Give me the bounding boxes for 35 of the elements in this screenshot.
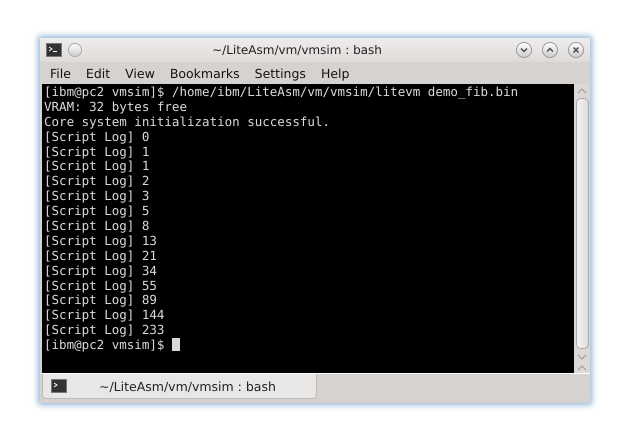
terminal-line: [Script Log] 2 xyxy=(44,173,150,188)
terminal-line: VRAM: 32 bytes free xyxy=(44,98,187,114)
menu-item[interactable]: File xyxy=(50,66,71,80)
window-title: ~/LiteAsm/vm/vmsim : bash xyxy=(211,43,383,57)
cursor xyxy=(172,338,180,352)
terminal-prompt: [ibm@pc2 vmsim]$ xyxy=(44,337,166,352)
terminal-line: [Script Log] 21 xyxy=(44,248,157,263)
terminal-output[interactable] xyxy=(42,84,574,373)
terminal-icon xyxy=(51,379,67,393)
terminal-line: [Script Log] 89 xyxy=(44,292,157,308)
terminal-line: [Script Log] 8 xyxy=(44,218,150,234)
terminal-line: [Script Log] 1 xyxy=(44,144,150,159)
close-button[interactable] xyxy=(568,42,584,58)
terminal-line: [Script Log] 3 xyxy=(44,188,150,204)
terminal-line: [ibm@pc2 vmsim]$ /home/ibm/LiteAsm/vm/vmsim/litevm demo_fib.bin xyxy=(44,84,518,99)
terminal-line: Core system initialization successful. xyxy=(44,114,330,129)
terminal-line: [Script Log] 233 xyxy=(44,322,164,338)
tab[interactable]: ~/LiteAsm/vm/vmsim : bash xyxy=(42,374,317,399)
close-icon xyxy=(571,45,581,55)
maximize-button[interactable] xyxy=(542,42,558,58)
terminal-line: [Script Log] 55 xyxy=(44,278,157,293)
menu-item[interactable]: Bookmarks xyxy=(170,66,240,80)
terminal-line: [Script Log] 34 xyxy=(44,262,157,278)
menu-item[interactable]: View xyxy=(125,66,155,80)
menu-item[interactable]: Edit xyxy=(86,66,110,80)
terminal-line: [Script Log] 1 xyxy=(44,158,150,174)
terminal-line: [Script Log] 0 xyxy=(44,128,150,144)
chevron-down-icon xyxy=(519,45,529,55)
terminal-icon[interactable] xyxy=(46,43,62,57)
terminal-line: [Script Log] 5 xyxy=(44,203,150,218)
terminal-line: [Script Log] 13 xyxy=(44,232,157,248)
terminal-line: [Script Log] 144 xyxy=(44,307,164,322)
menu-item[interactable]: Help xyxy=(320,66,350,80)
menu-item[interactable]: Settings xyxy=(254,66,306,80)
minimize-button[interactable] xyxy=(516,42,532,58)
